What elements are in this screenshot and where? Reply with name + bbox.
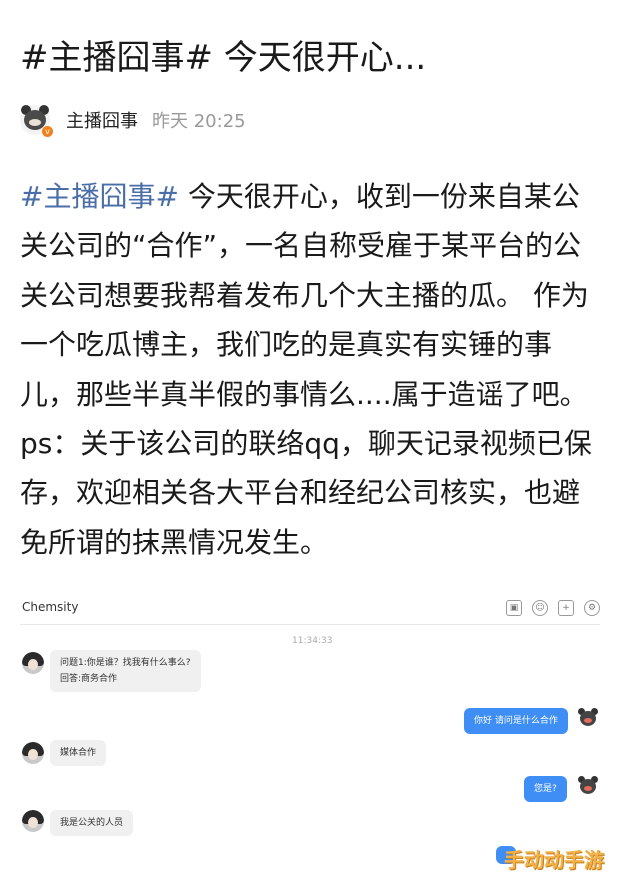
- author-name[interactable]: 主播囧事: [66, 107, 138, 133]
- post-title: #主播囧事# 今天很开心...: [20, 38, 427, 78]
- chat-screenshot: Chemsity ▣ ☺ + ⚙ 11:34:33 问题1:你是谁？找我有什么事…: [14, 596, 604, 874]
- verified-badge-icon: v: [42, 126, 53, 137]
- self-avatar-icon[interactable]: [578, 776, 598, 796]
- chat-toolbar: ▣ ☺ + ⚙: [506, 600, 600, 616]
- divider: [20, 624, 600, 625]
- chat-message: 你好 请问是什么合作: [464, 708, 568, 734]
- chat-header: Chemsity ▣ ☺ + ⚙: [22, 596, 600, 624]
- user-avatar-icon[interactable]: v: [20, 105, 53, 137]
- message-line: 回答:商务合作: [60, 674, 118, 684]
- message-line: 你好 请问是什么合作: [474, 716, 558, 726]
- watermark-logo: 手动动手游: [504, 848, 604, 872]
- chat-message: 媒体合作: [50, 740, 107, 766]
- post-body: #主播囧事# 今天很开心，收到一份来自某公关公司的“合作”，一名自称受雇于某平台…: [20, 172, 606, 567]
- chat-app-name: Chemsity: [22, 600, 79, 614]
- chat-timestamp: 11:34:33: [292, 636, 333, 646]
- message-line: 您是?: [534, 784, 557, 794]
- chat-message: 您是?: [524, 776, 567, 802]
- screenshot-icon[interactable]: ▣: [506, 600, 522, 616]
- message-line: 问题1:你是谁？找我有什么事么?: [60, 658, 191, 668]
- self-avatar-icon[interactable]: [578, 708, 598, 728]
- settings-icon[interactable]: ⚙: [584, 600, 600, 616]
- contact-avatar-icon[interactable]: [22, 742, 44, 764]
- message-line: 媒体合作: [60, 748, 97, 758]
- chat-message: 问题1:你是谁？找我有什么事么? 回答:商务合作: [50, 650, 201, 692]
- post-body-text: 今天很开心，收到一份来自某公关公司的“合作”，一名自称受雇于某平台的公关公司想要…: [20, 180, 592, 559]
- chat-message: 我是公关的人员: [50, 810, 134, 836]
- contact-avatar-icon[interactable]: [22, 652, 44, 674]
- emoji-icon[interactable]: ☺: [532, 600, 548, 616]
- message-line: 我是公关的人员: [60, 818, 124, 828]
- hashtag-link[interactable]: #主播囧事#: [20, 180, 179, 213]
- author-row[interactable]: v 主播囧事 昨天 20:25: [20, 100, 246, 140]
- post-time: 昨天 20:25: [152, 111, 246, 132]
- contact-avatar-icon[interactable]: [22, 810, 44, 832]
- add-icon[interactable]: +: [558, 600, 574, 616]
